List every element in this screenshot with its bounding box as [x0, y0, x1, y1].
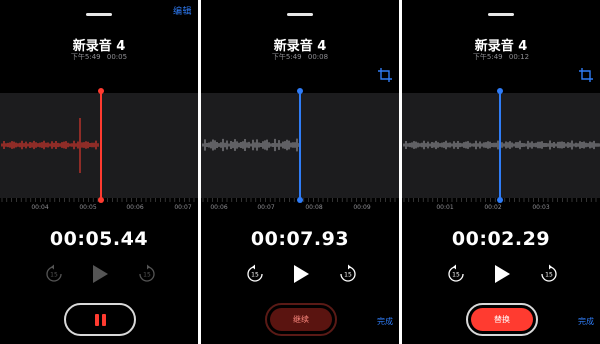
replace-panel: 新录音 4 下午5:49 00:12 00:01 00:02 00:03 00:…	[402, 0, 600, 344]
skip-back-label: 15	[452, 272, 460, 279]
timeline-label: 00:08	[305, 204, 323, 211]
play-icon[interactable]	[490, 263, 512, 285]
skip-back-15-icon[interactable]: 15	[244, 263, 266, 285]
timeline-label: 00:01	[436, 204, 454, 211]
playhead[interactable]	[297, 88, 303, 203]
elapsed-timer: 00:02.29	[451, 228, 551, 250]
timeline-label: 00:06	[210, 204, 228, 211]
recording-date: 下午5:49	[271, 53, 302, 61]
pause-icon	[94, 313, 106, 326]
playhead-handle-top[interactable]	[497, 88, 503, 94]
recording-panel: 编辑 新录音 4 下午5:49 00:05 00:04 00:05 00:06 …	[0, 0, 198, 344]
replace-button-label: 替换	[471, 308, 533, 331]
recording-meta: 下午5:49 00:12	[402, 52, 600, 62]
timeline-label: 00:07	[257, 204, 275, 211]
elapsed-timer: 00:05.44	[49, 228, 149, 250]
crop-icon[interactable]	[378, 68, 392, 82]
playhead-handle-top[interactable]	[297, 88, 303, 94]
recording-meta: 下午5:49 00:05	[0, 52, 198, 62]
playhead-handle-bottom[interactable]	[297, 197, 303, 203]
timeline-labels: 00:06 00:07 00:08 00:09	[201, 204, 399, 214]
done-button[interactable]: 完成	[377, 316, 393, 327]
skip-forward-15-icon[interactable]: 15	[337, 263, 359, 285]
recording-date: 下午5:49	[70, 53, 101, 61]
playhead-handle-top[interactable]	[98, 88, 104, 94]
skip-back-label: 15	[251, 272, 259, 279]
sheet-grabber[interactable]	[86, 13, 112, 16]
waveform	[1, 118, 99, 173]
pause-record-button[interactable]	[64, 303, 136, 336]
skip-forward-label: 15	[344, 272, 352, 279]
timeline-label: 00:03	[532, 204, 550, 211]
sheet-grabber[interactable]	[287, 13, 313, 16]
skip-back-15-icon[interactable]: 15	[445, 263, 467, 285]
skip-forward-label: 15	[143, 272, 151, 279]
play-icon[interactable]	[289, 263, 311, 285]
timeline-label: 00:06	[126, 204, 144, 211]
elapsed-timer: 00:07.93	[250, 228, 350, 250]
replace-button[interactable]: 替换	[466, 303, 538, 336]
edit-link[interactable]: 编辑	[173, 4, 192, 17]
recording-date: 下午5:49	[472, 53, 503, 61]
recording-duration: 00:08	[307, 53, 329, 61]
timeline-label: 00:05	[79, 204, 97, 211]
playhead-handle-bottom[interactable]	[98, 197, 104, 203]
waveform	[403, 140, 600, 150]
paused-panel: 新录音 4 下午5:49 00:08 00:06 00:07 00:08 00:…	[201, 0, 399, 344]
resume-button-label: 继续	[270, 308, 332, 331]
timeline-label: 00:09	[353, 204, 371, 211]
timeline-labels: 00:04 00:05 00:06 00:07	[0, 204, 198, 214]
skip-forward-label: 15	[545, 272, 553, 279]
pause-button-face	[69, 308, 131, 331]
sheet-grabber[interactable]	[488, 13, 514, 16]
play-icon[interactable]	[88, 263, 110, 285]
skip-back-15-icon[interactable]: 15	[43, 263, 65, 285]
resume-button[interactable]: 继续	[265, 303, 337, 336]
playhead[interactable]	[98, 88, 104, 203]
playhead-handle-bottom[interactable]	[497, 197, 503, 203]
recording-duration: 00:05	[106, 53, 128, 61]
timeline-label: 00:07	[174, 204, 192, 211]
timeline-labels: 00:01 00:02 00:03	[402, 204, 600, 214]
recording-duration: 00:12	[508, 53, 530, 61]
skip-forward-15-icon[interactable]: 15	[538, 263, 560, 285]
skip-forward-15-icon[interactable]: 15	[136, 263, 158, 285]
done-button[interactable]: 完成	[578, 316, 594, 327]
timeline-label: 00:04	[31, 204, 49, 211]
crop-icon[interactable]	[579, 68, 593, 82]
skip-back-label: 15	[50, 272, 58, 279]
playhead[interactable]	[497, 88, 503, 203]
recording-meta: 下午5:49 00:08	[201, 52, 399, 62]
timeline-label: 00:02	[484, 204, 502, 211]
